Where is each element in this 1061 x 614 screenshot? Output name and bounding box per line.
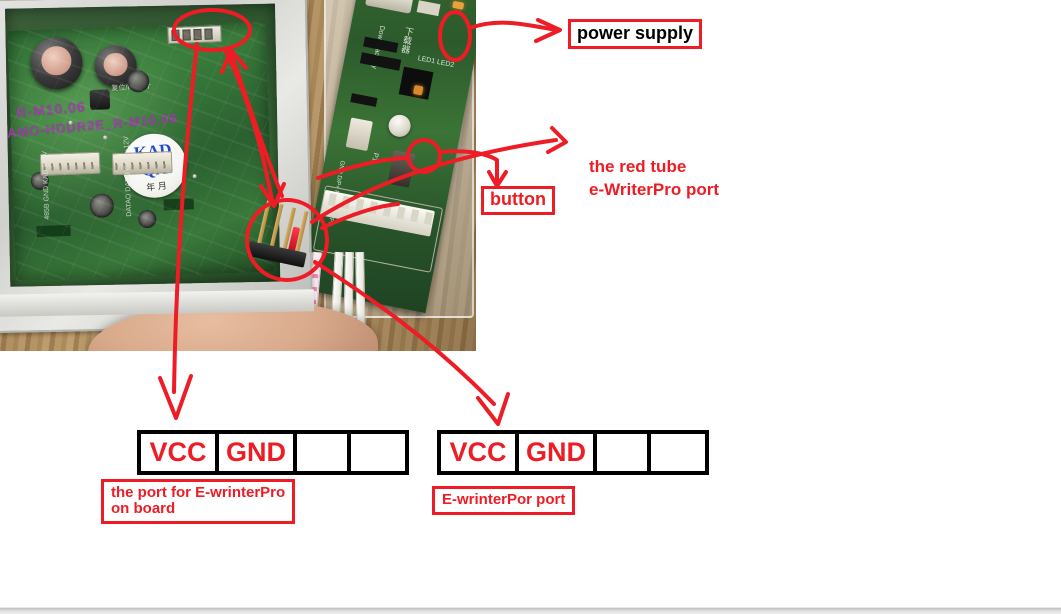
arrow-button-head [487, 170, 508, 188]
pin-cell-empty-1 [597, 434, 651, 471]
red-tube-line2: e-WriterPro port [589, 180, 720, 199]
left-pin-table-caption: the port for E-wrinterPro on board [101, 479, 296, 525]
red-tube-port-label: the red tube e-WriterPro port [589, 155, 719, 201]
pin-cell-empty-2 [651, 434, 705, 471]
left-caption-line2: on board [111, 500, 176, 518]
right-pin-silk: DATAO DATAI GND +12V [123, 135, 134, 217]
pin-cell-empty-1 [297, 434, 351, 471]
right-caption-line1: E-wrinterPor port [442, 491, 566, 508]
button-label: button [481, 186, 555, 216]
p1-silk: P1 [370, 152, 379, 162]
power-supply-label: power supply [568, 19, 703, 50]
pin-cell-gnd: GND [519, 434, 597, 471]
push-button [386, 112, 413, 139]
stamp-line-2: AMO-HDDR9E_R-M10.06 [6, 110, 179, 141]
main-pcb: 复位/RESET R-M10.06 AMO-HDDR9E_R-M10.06 KA… [6, 21, 275, 281]
led-silk: LED1 LED2 [417, 55, 455, 70]
pin-cell-gnd: GND [219, 434, 297, 471]
jst-connector [39, 151, 101, 176]
qa-sticker-line3: 年 月 [145, 180, 168, 193]
right-pin-table: VCC GND [437, 430, 709, 475]
stamp-line-1: R-M10.06 [15, 98, 87, 121]
left-pin-silk: 485B GND KAD +12V [41, 150, 52, 220]
board-silk-chinese: 下载器 [399, 25, 415, 55]
reset-silk: 复位/RESET [111, 83, 151, 93]
leader-pins-to-right-table-head [476, 392, 510, 426]
pcb-photograph: 下载器 Download key LED1 LED2 P1 GND D/P+ P… [0, 0, 476, 351]
four-pin-header [167, 25, 222, 45]
power-led-icon [452, 0, 465, 10]
arrow-red-tube-head [546, 126, 568, 154]
right-pin-table-caption: E-wrinterPor port [432, 486, 576, 516]
arrow-power-supply-head [534, 18, 562, 43]
pin-cell-empty-2 [351, 434, 405, 471]
arrow-power-supply [468, 20, 558, 32]
qa-sticker-line1: KAD [132, 139, 173, 163]
pin-cell-vcc: VCC [141, 434, 219, 471]
electrolytic-capacitor [93, 44, 138, 88]
electrolytic-capacitor [29, 36, 84, 91]
metal-enclosure: 复位/RESET R-M10.06 AMO-HDDR9E_R-M10.06 KA… [0, 0, 314, 334]
page-canvas: 下载器 Download key LED1 LED2 P1 GND D/P+ P… [0, 0, 1061, 614]
tact-switch [89, 89, 111, 111]
page-bottom-edge [0, 604, 1061, 614]
jst-connector [111, 151, 173, 176]
qa-sticker-line2: QA [140, 158, 169, 181]
leader-header-to-left-table-head [158, 374, 193, 420]
red-tube-line1: the red tube [589, 157, 687, 176]
qa-sticker: KAD QA 年 月 [119, 130, 190, 201]
left-pin-table: VCC GND [137, 430, 409, 475]
left-caption-line1: the port for E-wrinterPro [111, 484, 286, 501]
pin-cell-vcc: VCC [441, 434, 519, 471]
